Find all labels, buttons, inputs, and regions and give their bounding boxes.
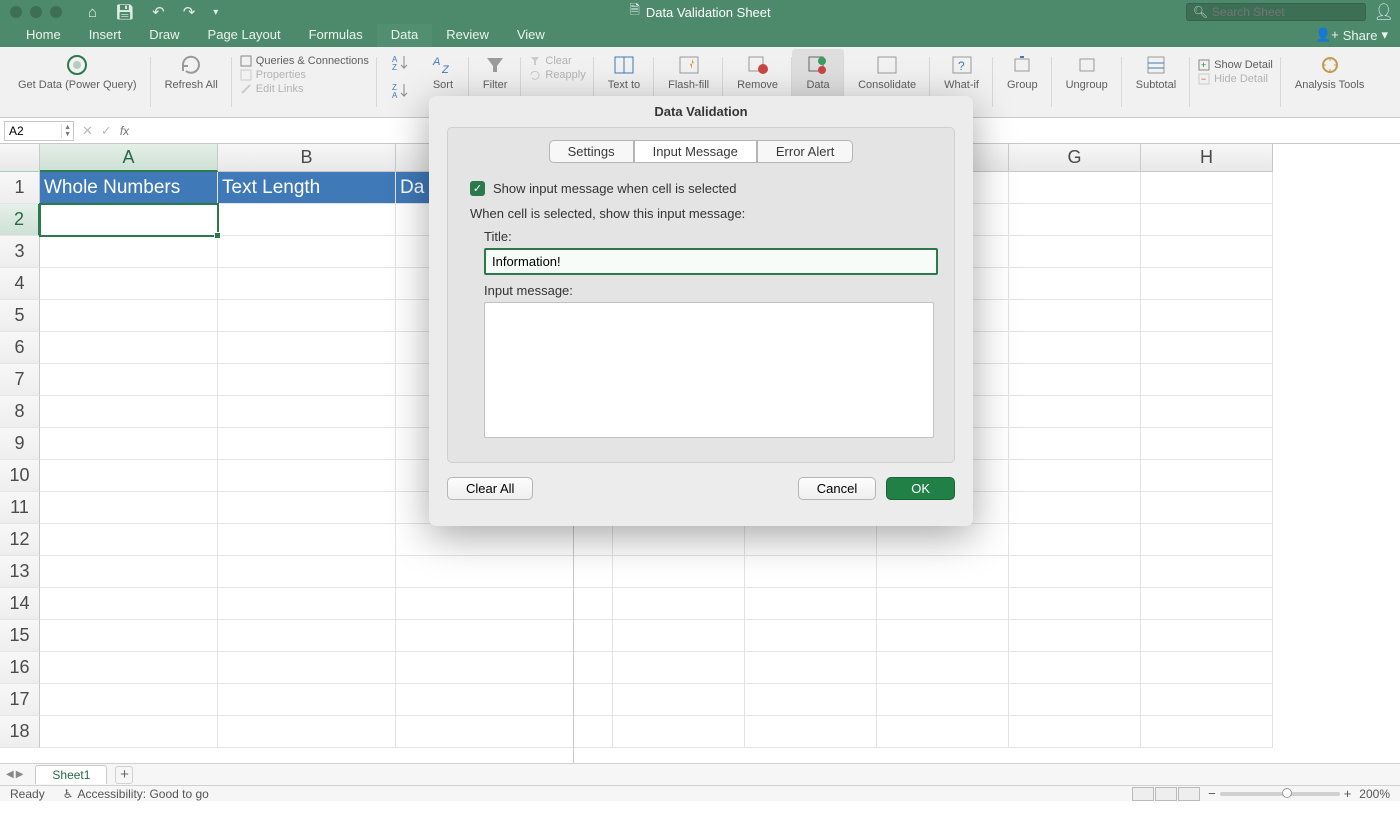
title-field-label: Title: [484,229,918,244]
show-input-message-checkbox[interactable]: ✓ [470,181,485,196]
cancel-button[interactable]: Cancel [798,477,876,500]
checkmark-icon: ✓ [473,182,482,195]
title-input[interactable] [484,248,938,275]
input-message-label: Input message: [484,283,918,298]
ok-button[interactable]: OK [886,477,955,500]
dialog-subhead: When cell is selected, show this input m… [470,206,932,221]
dialog-tab-settings[interactable]: Settings [549,140,634,163]
data-validation-dialog: Data Validation Settings Input Message E… [429,96,973,526]
input-message-textarea[interactable] [484,302,934,438]
dialog-tab-error-alert[interactable]: Error Alert [757,140,854,163]
dialog-tab-input-message[interactable]: Input Message [634,140,757,163]
show-input-message-label: Show input message when cell is selected [493,181,737,196]
dialog-title: Data Validation [429,104,973,127]
clear-all-button[interactable]: Clear All [447,477,533,500]
